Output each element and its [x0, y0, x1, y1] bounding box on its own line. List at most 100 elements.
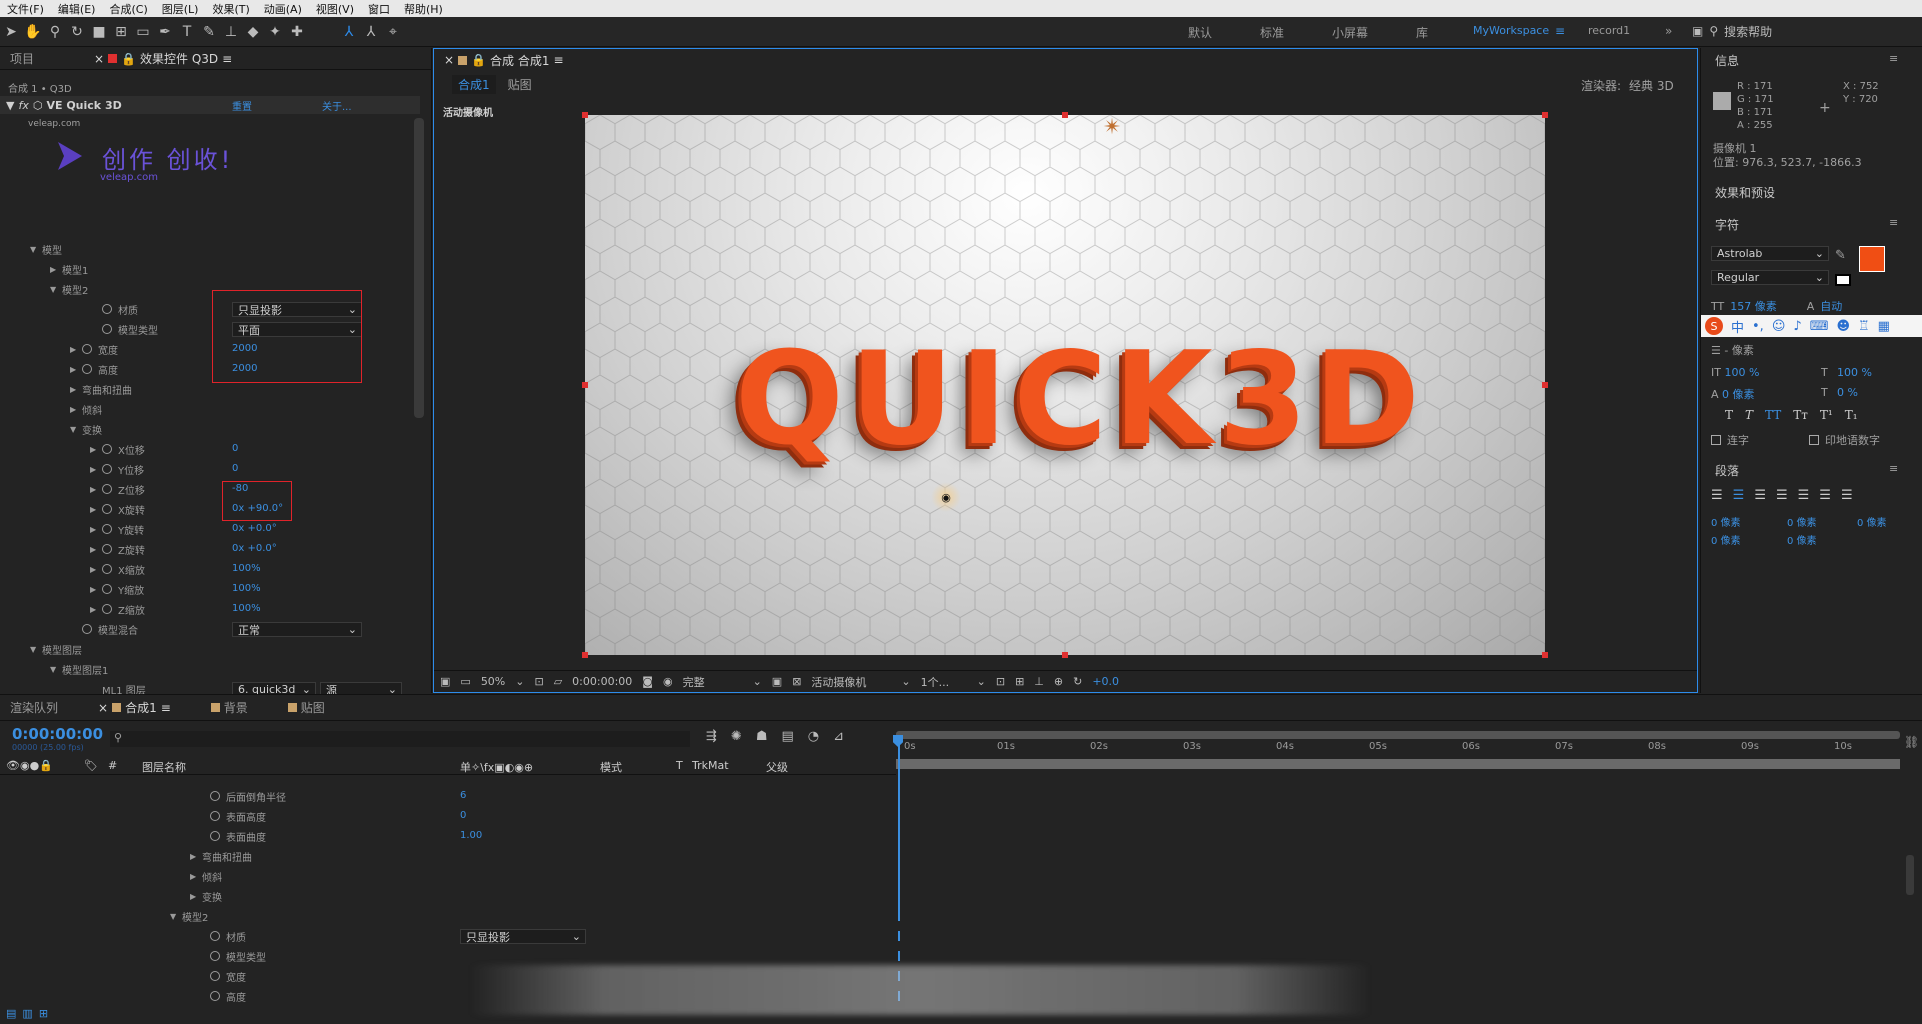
timeline-property-row[interactable]: 材质: [210, 927, 246, 945]
keyframe-marker[interactable]: [898, 831, 900, 841]
subscript-button[interactable]: T₁: [1845, 408, 1858, 422]
light-icon[interactable]: ✴: [1103, 115, 1121, 140]
close-icon[interactable]: ×: [94, 52, 104, 66]
work-area-bar[interactable]: [896, 731, 1900, 739]
stopwatch-icon[interactable]: [102, 584, 112, 594]
expand-icon[interactable]: ▶: [90, 445, 102, 454]
property-row[interactable]: 模型混合: [70, 620, 138, 638]
timeline-property-row[interactable]: ▶ 倾斜: [190, 867, 222, 885]
stopwatch-icon[interactable]: [82, 344, 92, 354]
kerning-value[interactable]: - 像素: [1724, 344, 1753, 357]
timeline-property-row[interactable]: 高度: [210, 987, 246, 1005]
property-value[interactable]: 100%: [232, 563, 261, 574]
handle-tc[interactable]: [1062, 112, 1068, 118]
timeline-property-row[interactable]: 表面高度: [210, 807, 266, 825]
stopwatch-icon[interactable]: [102, 324, 112, 334]
stopwatch-icon[interactable]: [210, 831, 220, 841]
property-row[interactable]: 模型类型: [90, 320, 158, 338]
property-row[interactable]: ▶ 弯曲和扭曲: [70, 380, 132, 398]
search-help-field[interactable]: 搜索帮助: [1724, 23, 1772, 40]
workspace-libraries[interactable]: 库: [1416, 24, 1428, 41]
timeline-property-value[interactable]: 6: [460, 790, 466, 801]
stopwatch-icon[interactable]: [102, 304, 112, 314]
flowchart-icon[interactable]: ⊕: [1054, 675, 1063, 688]
menu-composition[interactable]: 合成(C): [102, 1, 154, 17]
world-axis-icon[interactable]: ⅄: [360, 21, 382, 43]
expand-icon[interactable]: ▶: [90, 505, 102, 514]
menu-effect[interactable]: 效果(T): [205, 1, 256, 17]
expand-icon[interactable]: ▶: [90, 485, 102, 494]
tab-project[interactable]: 项目: [0, 50, 44, 67]
emoji-icon[interactable]: ☺: [1772, 319, 1786, 334]
property-value[interactable]: 0: [232, 463, 238, 474]
stopwatch-icon[interactable]: [210, 951, 220, 961]
stopwatch-icon[interactable]: [102, 544, 112, 554]
align-right-icon[interactable]: ☰: [1754, 488, 1766, 503]
user-icon[interactable]: ☻: [1836, 319, 1850, 334]
panel-menu-icon[interactable]: ≡: [1889, 52, 1898, 65]
handle-br[interactable]: [1542, 652, 1548, 658]
menu-file[interactable]: 文件(F): [0, 1, 51, 17]
property-row[interactable]: ▶ X缩放: [90, 560, 145, 578]
view-axis-icon[interactable]: ⌖: [382, 21, 404, 43]
menu-edit[interactable]: 编辑(E): [51, 1, 103, 17]
view-layout-select[interactable]: 1个...: [921, 674, 967, 690]
property-row[interactable]: ▶ 模型1: [50, 260, 88, 278]
timeline-property-row[interactable]: 宽度: [210, 967, 246, 985]
menu-window[interactable]: 窗口: [361, 1, 397, 17]
tsume-value[interactable]: 0 %: [1837, 386, 1858, 399]
expand-icon[interactable]: ▶: [90, 545, 102, 554]
lock-icon[interactable]: 🔒: [121, 52, 136, 66]
rectangle-tool-icon[interactable]: ▭: [132, 21, 154, 43]
keyframe-marker[interactable]: [898, 951, 900, 961]
fx-icon[interactable]: fx: [18, 99, 28, 112]
reset-link[interactable]: 重置: [232, 98, 252, 113]
panel-menu-icon[interactable]: ≡: [222, 52, 232, 66]
property-row[interactable]: ▶ Y旋转: [90, 520, 144, 538]
property-row[interactable]: ▶ 倾斜: [70, 400, 102, 418]
collapse-icon[interactable]: ▼: [70, 425, 82, 434]
timeline-property-row[interactable]: 模型类型: [210, 947, 266, 965]
lock-icon[interactable]: 🔒: [471, 53, 486, 67]
resolution-select[interactable]: 完整: [683, 674, 743, 690]
small-caps-button[interactable]: Tт: [1793, 408, 1808, 422]
composition-canvas[interactable]: QUICK3D ◉ ✴: [585, 115, 1545, 655]
ime-toolbar[interactable]: S 中 •, ☺ ♪ ⌨ ☻ ♖ ▦: [1701, 315, 1922, 337]
faux-bold-button[interactable]: T: [1725, 408, 1733, 422]
hindi-digits-checkbox[interactable]: [1809, 435, 1819, 445]
property-row[interactable]: ▶ 宽度: [70, 340, 118, 358]
timeline-property-row[interactable]: ▶ 变换: [190, 887, 222, 905]
monitor-icon[interactable]: ▭: [460, 675, 470, 688]
camera-select[interactable]: 活动摄像机: [811, 674, 891, 690]
expand-icon[interactable]: ▶: [70, 365, 82, 374]
font-style-select[interactable]: Regular ⌄: [1711, 270, 1829, 285]
time-ruler[interactable]: 0s 01s 02s 03s 04s 05s 06s 07s 08s 09s 10s: [896, 739, 1900, 757]
justify-center-icon[interactable]: ☰: [1798, 488, 1810, 503]
property-value[interactable]: 0x +0.0°: [232, 543, 277, 554]
camera-target-icon[interactable]: ◉: [931, 482, 961, 512]
frame-blend-icon[interactable]: ▤: [781, 729, 793, 744]
property-value[interactable]: 100%: [232, 603, 261, 614]
property-row[interactable]: ▼ 模型: [30, 240, 62, 258]
stopwatch-icon[interactable]: [210, 791, 220, 801]
col-mode[interactable]: 模式: [600, 759, 622, 775]
show-channel-icon[interactable]: ◉: [663, 675, 673, 688]
region-icon[interactable]: ▱: [554, 675, 562, 688]
expand-icon[interactable]: ▶: [70, 345, 82, 354]
handle-ml[interactable]: [582, 382, 588, 388]
toggle-mask-icon[interactable]: ▣: [772, 675, 782, 688]
expand-icon[interactable]: ▶: [90, 605, 102, 614]
tab-effect-controls[interactable]: × 🔒 效果控件 Q3D ≡: [84, 50, 242, 67]
type-tool-icon[interactable]: T: [176, 21, 198, 43]
puppet-pin-tool-icon[interactable]: ✚: [286, 21, 308, 43]
eyedropper-icon[interactable]: ✎: [1835, 248, 1846, 263]
property-row[interactable]: ▼ 变换: [70, 420, 102, 438]
panel-menu-icon[interactable]: ≡: [553, 53, 563, 67]
stopwatch-icon[interactable]: [102, 504, 112, 514]
workspace-menu-icon[interactable]: ≡: [1555, 24, 1565, 38]
space-after[interactable]: 0 像素: [1787, 532, 1817, 547]
stopwatch-icon[interactable]: [102, 484, 112, 494]
motion-blur-icon[interactable]: ◔: [808, 729, 819, 744]
handle-mr[interactable]: [1542, 382, 1548, 388]
justify-left-icon[interactable]: ☰: [1776, 488, 1788, 503]
